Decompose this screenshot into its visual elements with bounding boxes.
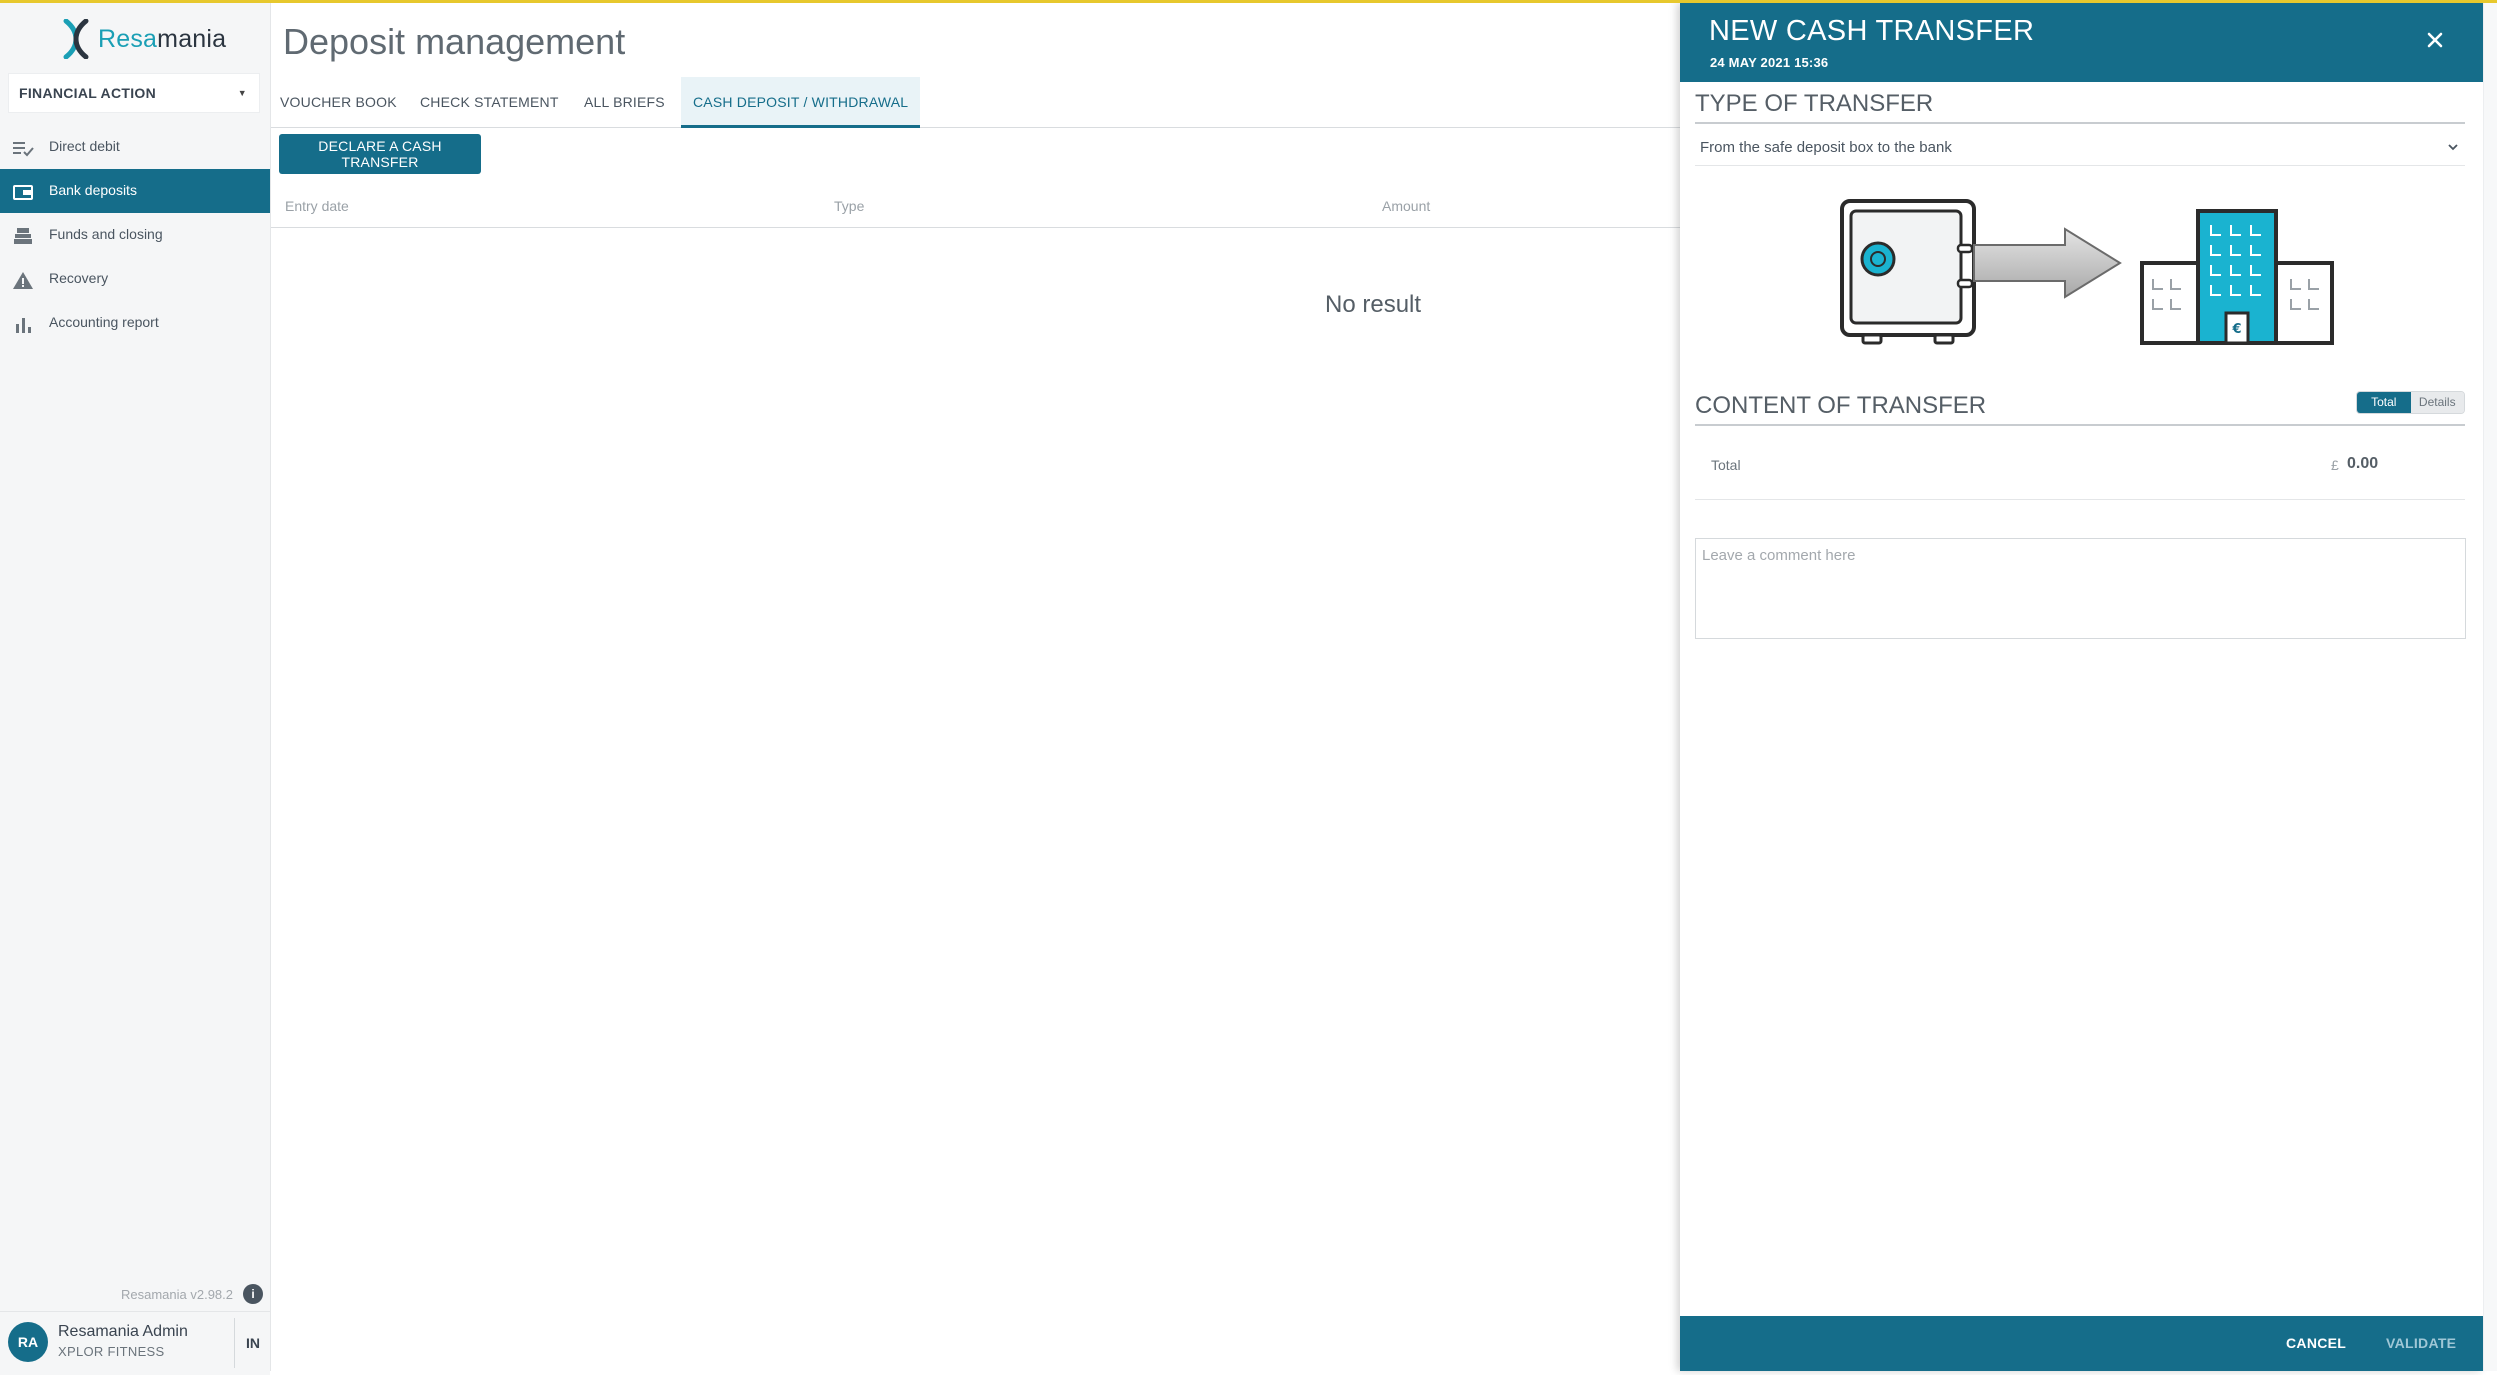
total-amount-input[interactable]: 0.00	[2347, 455, 2447, 473]
main-content: Deposit management VOUCHER BOOK CHECK ST…	[271, 3, 1680, 1371]
column-header-type[interactable]: Type	[834, 198, 864, 214]
safe-to-bank-illustration: €	[1840, 199, 2334, 345]
avatar[interactable]: RA	[8, 1322, 48, 1362]
transfer-type-value: From the safe deposit box to the bank	[1700, 139, 1952, 156]
sidebar-item-label: Accounting report	[49, 314, 159, 330]
validate-button[interactable]: VALIDATE	[2386, 1316, 2456, 1371]
table-header: Entry date Type Amount	[271, 181, 1680, 228]
sidebar-item-label: Bank deposits	[49, 182, 137, 198]
sidebar: Resamania FINANCIAL ACTION ▼ Direct debi…	[0, 3, 271, 1375]
chevron-down-icon	[2448, 144, 2458, 151]
safe-icon	[1840, 199, 1976, 345]
user-name: Resamania Admin	[58, 1323, 188, 1340]
total-row: Total £ 0.00	[1695, 433, 2465, 500]
column-header-amount[interactable]: Amount	[1382, 198, 1430, 214]
section-title-content-of-transfer: CONTENT OF TRANSFER	[1695, 392, 2465, 426]
column-header-entry-date[interactable]: Entry date	[285, 198, 349, 214]
total-details-toggle: Total Details	[2356, 391, 2465, 414]
logo-text: Resamania	[98, 24, 227, 53]
top-accent-line	[0, 0, 2497, 3]
toggle-total-button[interactable]: Total	[2357, 392, 2411, 413]
list-check-icon	[13, 142, 34, 157]
toggle-details-button[interactable]: Details	[2410, 392, 2464, 413]
total-label: Total	[1711, 457, 1741, 473]
cancel-button[interactable]: CANCEL	[2286, 1316, 2346, 1371]
wallet-icon	[13, 185, 33, 200]
tab-voucher-book[interactable]: VOUCHER BOOK	[280, 77, 397, 125]
context-select-value: FINANCIAL ACTION	[19, 85, 157, 101]
transfer-type-select[interactable]: From the safe deposit box to the bank	[1695, 132, 2465, 166]
cash-transfer-panel: NEW CASH TRANSFER 24 MAY 2021 15:36 TYPE…	[1680, 3, 2483, 1371]
tab-check-statement[interactable]: CHECK STATEMENT	[420, 77, 559, 125]
arrow-right-icon	[1973, 227, 2122, 299]
panel-header: NEW CASH TRANSFER 24 MAY 2021 15:36	[1680, 3, 2483, 82]
panel-title: NEW CASH TRANSFER	[1709, 15, 2035, 47]
tab-cash-deposit-withdrawal[interactable]: CASH DEPOSIT / WITHDRAWAL	[681, 77, 921, 128]
svg-text:€: €	[2231, 322, 2241, 337]
close-icon[interactable]	[2420, 25, 2450, 55]
comment-textarea[interactable]	[1695, 538, 2466, 639]
app-version: Resamania v2.98.2 i	[0, 1283, 270, 1311]
sidebar-item-recovery[interactable]: Recovery	[0, 257, 270, 301]
tab-all-briefs[interactable]: ALL BRIEFS	[584, 77, 665, 125]
user-status-button[interactable]: IN	[234, 1318, 271, 1368]
sidebar-item-bank-deposits[interactable]: Bank deposits	[0, 169, 270, 213]
info-icon[interactable]: i	[243, 1284, 263, 1304]
version-text: Resamania v2.98.2	[120, 1287, 233, 1302]
sidebar-item-funds-and-closing[interactable]: Funds and closing	[0, 213, 270, 257]
bar-chart-icon	[16, 318, 31, 333]
sidebar-item-label: Direct debit	[49, 138, 120, 154]
page-title: Deposit management	[283, 21, 626, 62]
sidebar-item-direct-debit[interactable]: Direct debit	[0, 125, 270, 169]
warning-icon	[13, 272, 33, 289]
user-company: XPLOR FITNESS	[58, 1344, 165, 1359]
hourglass-logo-icon	[63, 19, 89, 59]
caret-down-icon: ▼	[237, 88, 247, 98]
section-title-type-of-transfer: TYPE OF TRANSFER	[1695, 90, 2465, 124]
user-profile: RA Resamania Admin XPLOR FITNESS IN	[0, 1311, 270, 1375]
declare-cash-transfer-button[interactable]: DECLARE A CASH TRANSFER	[279, 134, 481, 174]
currency-symbol: £	[2331, 457, 2339, 473]
tab-bar: VOUCHER BOOK CHECK STATEMENT ALL BRIEFS …	[271, 77, 1680, 128]
empty-state-text: No result	[1325, 291, 1422, 318]
bank-building-icon: €	[2140, 209, 2334, 345]
sidebar-nav: Direct debit Bank deposits Funds and clo…	[0, 125, 270, 345]
sidebar-item-label: Recovery	[49, 270, 109, 286]
panel-date: 24 MAY 2021 15:36	[1710, 55, 1829, 70]
scrollbar-track[interactable]	[2483, 3, 2497, 1371]
sidebar-item-label: Funds and closing	[49, 226, 163, 242]
panel-footer: CANCEL VALIDATE	[1680, 1316, 2483, 1371]
cash-register-icon	[14, 228, 32, 244]
context-select[interactable]: FINANCIAL ACTION ▼	[8, 73, 260, 113]
sidebar-item-accounting-report[interactable]: Accounting report	[0, 301, 270, 345]
app-logo[interactable]: Resamania	[62, 17, 226, 61]
